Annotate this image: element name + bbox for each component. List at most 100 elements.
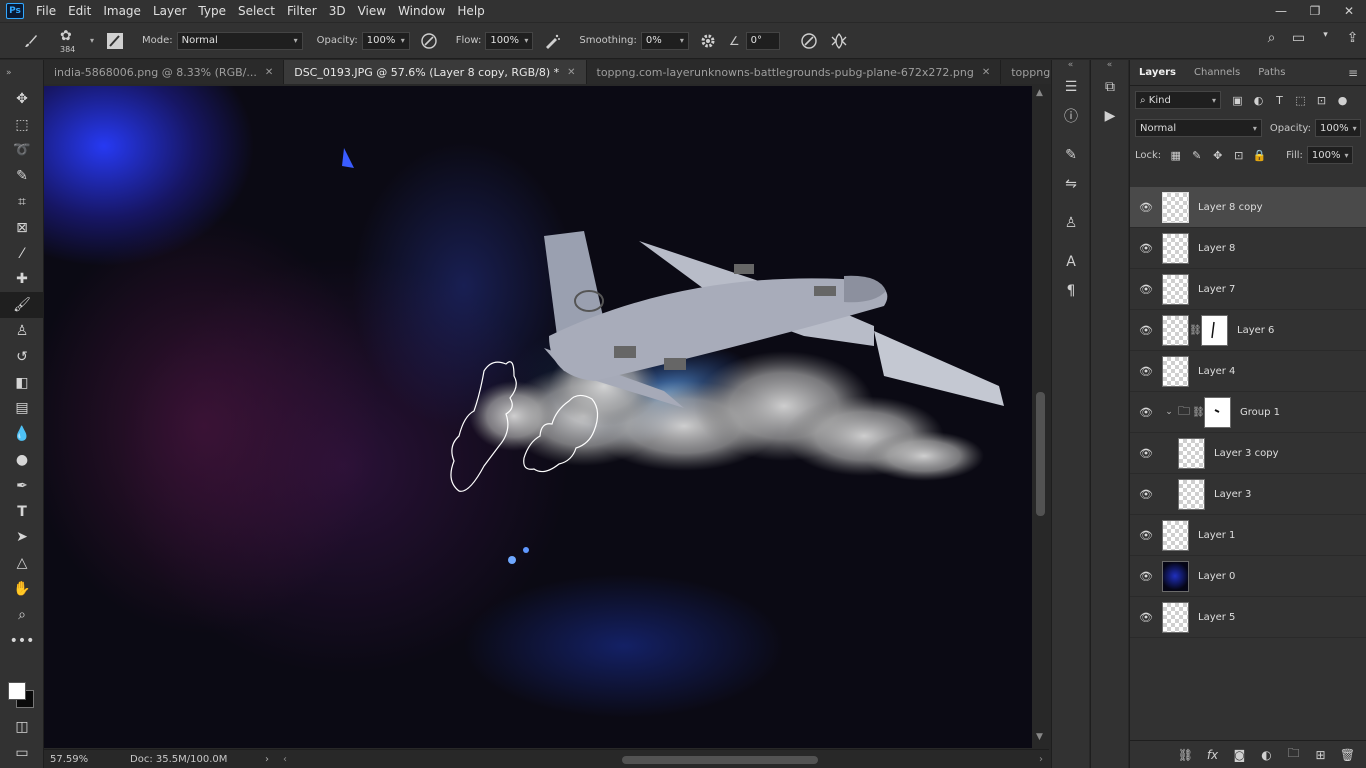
- horizontal-scrollbar[interactable]: [292, 753, 1013, 765]
- mask-link-icon[interactable]: ⛓: [1192, 407, 1205, 418]
- zoom-tool-icon[interactable]: ⌕: [0, 602, 44, 628]
- move-tool-icon[interactable]: ✥: [0, 86, 44, 112]
- dodge-tool-icon[interactable]: ●: [0, 447, 44, 473]
- chevron-down-icon[interactable]: ▾: [90, 36, 94, 45]
- gear-icon[interactable]: [695, 28, 721, 54]
- layer-opacity-field[interactable]: 100% ▾: [1315, 119, 1361, 137]
- visibility-eye-icon[interactable]: 👁: [1130, 529, 1162, 542]
- chevron-right-icon[interactable]: ›: [256, 754, 278, 765]
- tab-layers[interactable]: Layers: [1130, 60, 1185, 86]
- blend-mode-select[interactable]: Normal ▾: [1135, 119, 1262, 137]
- character-icon[interactable]: A: [1052, 247, 1090, 276]
- flow-field[interactable]: 100% ▾: [485, 31, 534, 50]
- blur-tool-icon[interactable]: 💧: [0, 421, 44, 447]
- path-selection-tool-icon[interactable]: ➤: [0, 525, 44, 551]
- history-icon[interactable]: ⧉: [1091, 72, 1129, 101]
- lasso-tool-icon[interactable]: ➰: [0, 138, 44, 164]
- lock-image-icon[interactable]: ✎: [1186, 149, 1207, 162]
- info-icon[interactable]: ⓘ: [1052, 101, 1090, 130]
- angle-field[interactable]: 0°: [745, 31, 780, 50]
- brush-tool-icon[interactable]: [18, 28, 44, 54]
- pressure-size-icon[interactable]: [796, 28, 822, 54]
- eyedropper-tool-icon[interactable]: ⁄: [0, 241, 44, 267]
- menu-file[interactable]: File: [30, 0, 62, 22]
- layer-row[interactable]: 👁 Layer 3 copy: [1130, 433, 1366, 474]
- filter-pixel-icon[interactable]: ▣: [1227, 94, 1248, 107]
- visibility-eye-icon[interactable]: 👁: [1130, 365, 1162, 378]
- filter-type-icon[interactable]: T: [1269, 94, 1290, 107]
- visibility-eye-icon[interactable]: 👁: [1130, 406, 1162, 419]
- quick-mask-icon[interactable]: ◫: [0, 714, 44, 740]
- actions-play-icon[interactable]: ▶: [1091, 101, 1129, 130]
- menu-select[interactable]: Select: [232, 0, 281, 22]
- tab-channels[interactable]: Channels: [1185, 60, 1249, 86]
- menu-3d[interactable]: 3D: [323, 0, 352, 22]
- close-icon[interactable]: ✕: [567, 67, 575, 78]
- layer-filter-select[interactable]: ⌕ Kind ▾: [1135, 91, 1221, 109]
- foreground-color-swatch[interactable]: [8, 682, 26, 700]
- more-tools-icon[interactable]: •••: [0, 628, 44, 654]
- fill-field[interactable]: 100% ▾: [1306, 146, 1353, 164]
- layer-row[interactable]: 👁 Layer 5: [1130, 597, 1366, 638]
- document-canvas[interactable]: [44, 86, 1032, 748]
- brush-settings-panel-icon[interactable]: [102, 28, 128, 54]
- brush-preset-picker[interactable]: ✿ 384: [56, 26, 86, 56]
- brush-tool-icon[interactable]: 🖌: [0, 292, 44, 319]
- close-icon[interactable]: ✕: [982, 67, 990, 78]
- menu-layer[interactable]: Layer: [147, 0, 192, 22]
- visibility-eye-icon[interactable]: 👁: [1130, 488, 1162, 501]
- pen-tool-icon[interactable]: ✒: [0, 473, 44, 499]
- history-brush-tool-icon[interactable]: ↺: [0, 344, 44, 370]
- zoom-level[interactable]: 57.59%: [44, 754, 116, 765]
- horizontal-scroll-thumb[interactable]: [622, 756, 818, 764]
- scroll-left-icon[interactable]: ‹: [278, 754, 292, 765]
- visibility-eye-icon[interactable]: 👁: [1130, 242, 1162, 255]
- filter-toggle-icon[interactable]: ●: [1332, 94, 1353, 107]
- airbrush-icon[interactable]: [539, 28, 565, 54]
- menu-image[interactable]: Image: [97, 0, 147, 22]
- menu-edit[interactable]: Edit: [62, 0, 97, 22]
- lock-artboard-icon[interactable]: ⊡: [1228, 149, 1249, 162]
- menu-window[interactable]: Window: [392, 0, 451, 22]
- scroll-down-icon[interactable]: ▼: [1036, 732, 1043, 742]
- quick-select-tool-icon[interactable]: ✎: [0, 163, 44, 189]
- marquee-tool-icon[interactable]: ⬚: [0, 112, 44, 138]
- menu-help[interactable]: Help: [451, 0, 490, 22]
- menu-type[interactable]: Type: [192, 0, 232, 22]
- workspace-icon[interactable]: ▭: [1285, 30, 1312, 46]
- adjustments-icon[interactable]: ☰: [1052, 72, 1090, 101]
- new-group-icon[interactable]: 🗀: [1280, 744, 1307, 765]
- smoothing-field[interactable]: 0% ▾: [640, 31, 689, 50]
- brushes-icon[interactable]: ⇋: [1052, 169, 1090, 198]
- search-icon[interactable]: ⌕: [1258, 30, 1285, 46]
- group-row[interactable]: 👁 ⌄ 🗀 ⛓ Group 1: [1130, 392, 1366, 433]
- symmetry-icon[interactable]: [826, 28, 852, 54]
- type-tool-icon[interactable]: T: [0, 499, 44, 525]
- collapse-strip-icon[interactable]: «: [1091, 60, 1128, 72]
- new-adjustment-layer-icon[interactable]: ◐: [1253, 748, 1280, 762]
- filter-adjustment-icon[interactable]: ◐: [1248, 94, 1269, 107]
- shape-tool-icon[interactable]: △: [0, 550, 44, 576]
- filter-smart-object-icon[interactable]: ⊡: [1311, 94, 1332, 107]
- menu-filter[interactable]: Filter: [281, 0, 323, 22]
- close-icon[interactable]: ✕: [265, 67, 273, 78]
- tab-india[interactable]: india-5868006.png @ 8.33% (RGB/... ✕: [44, 60, 285, 84]
- new-layer-icon[interactable]: ⊞: [1307, 748, 1334, 762]
- gradient-tool-icon[interactable]: ▤: [0, 396, 44, 422]
- share-icon[interactable]: ⇪: [1339, 30, 1366, 46]
- layer-mask-thumbnail[interactable]: [1201, 314, 1228, 346]
- vertical-scrollbar[interactable]: ▲ ▼: [1032, 86, 1049, 748]
- close-button[interactable]: ✕: [1332, 0, 1366, 22]
- layer-row[interactable]: 👁 Layer 4: [1130, 351, 1366, 392]
- layer-row[interactable]: 👁 Layer 7: [1130, 269, 1366, 310]
- opacity-field[interactable]: 100% ▾: [361, 31, 410, 50]
- healing-brush-tool-icon[interactable]: ✚: [0, 267, 44, 293]
- mode-select[interactable]: Normal ▾: [176, 31, 303, 50]
- tab-toppng-plane[interactable]: toppng.com-layerunknowns-battlegrounds-p…: [586, 60, 1002, 84]
- restore-button[interactable]: ❐: [1298, 0, 1332, 22]
- layer-row[interactable]: 👁 ⛓ Layer 6: [1130, 310, 1366, 351]
- layer-row[interactable]: 👁 Layer 3: [1130, 474, 1366, 515]
- screen-mode-icon[interactable]: ▭: [0, 740, 44, 766]
- collapse-strip-icon[interactable]: «: [1052, 60, 1089, 72]
- layer-row[interactable]: 👁 Layer 8: [1130, 228, 1366, 269]
